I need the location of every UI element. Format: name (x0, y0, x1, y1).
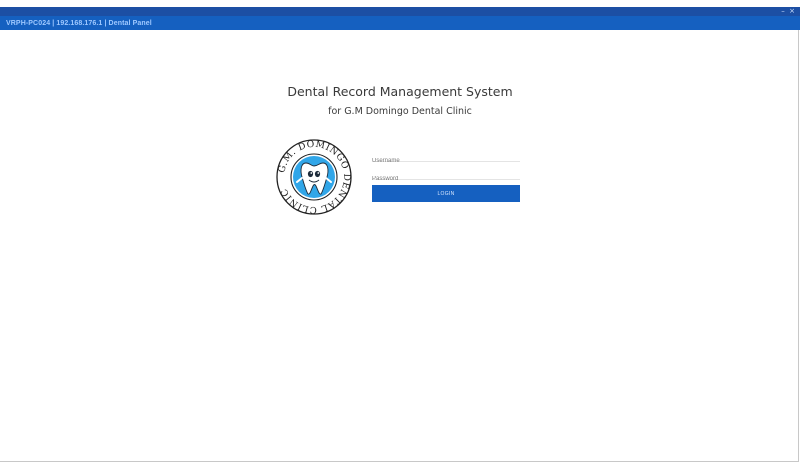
username-input[interactable] (372, 155, 520, 167)
close-button[interactable]: × (788, 7, 796, 15)
window-titlebar[interactable]: – × VRPH-PC024 | 192.168.176.1 | Dental … (0, 7, 800, 30)
login-button[interactable]: LOGIN (372, 185, 520, 202)
minimize-button[interactable]: – (779, 7, 787, 15)
window-title: VRPH-PC024 | 192.168.176.1 | Dental Pane… (6, 20, 152, 27)
page-subtitle: for G.M Domingo Dental Clinic (328, 106, 472, 117)
password-input[interactable] (372, 173, 520, 185)
page-title: Dental Record Management System (287, 84, 513, 99)
username-field[interactable] (372, 149, 520, 167)
window-top-strip (0, 0, 800, 7)
password-field[interactable] (372, 167, 520, 185)
clinic-logo: G.M. DOMINGO DENTAL CLINIC (276, 139, 352, 215)
